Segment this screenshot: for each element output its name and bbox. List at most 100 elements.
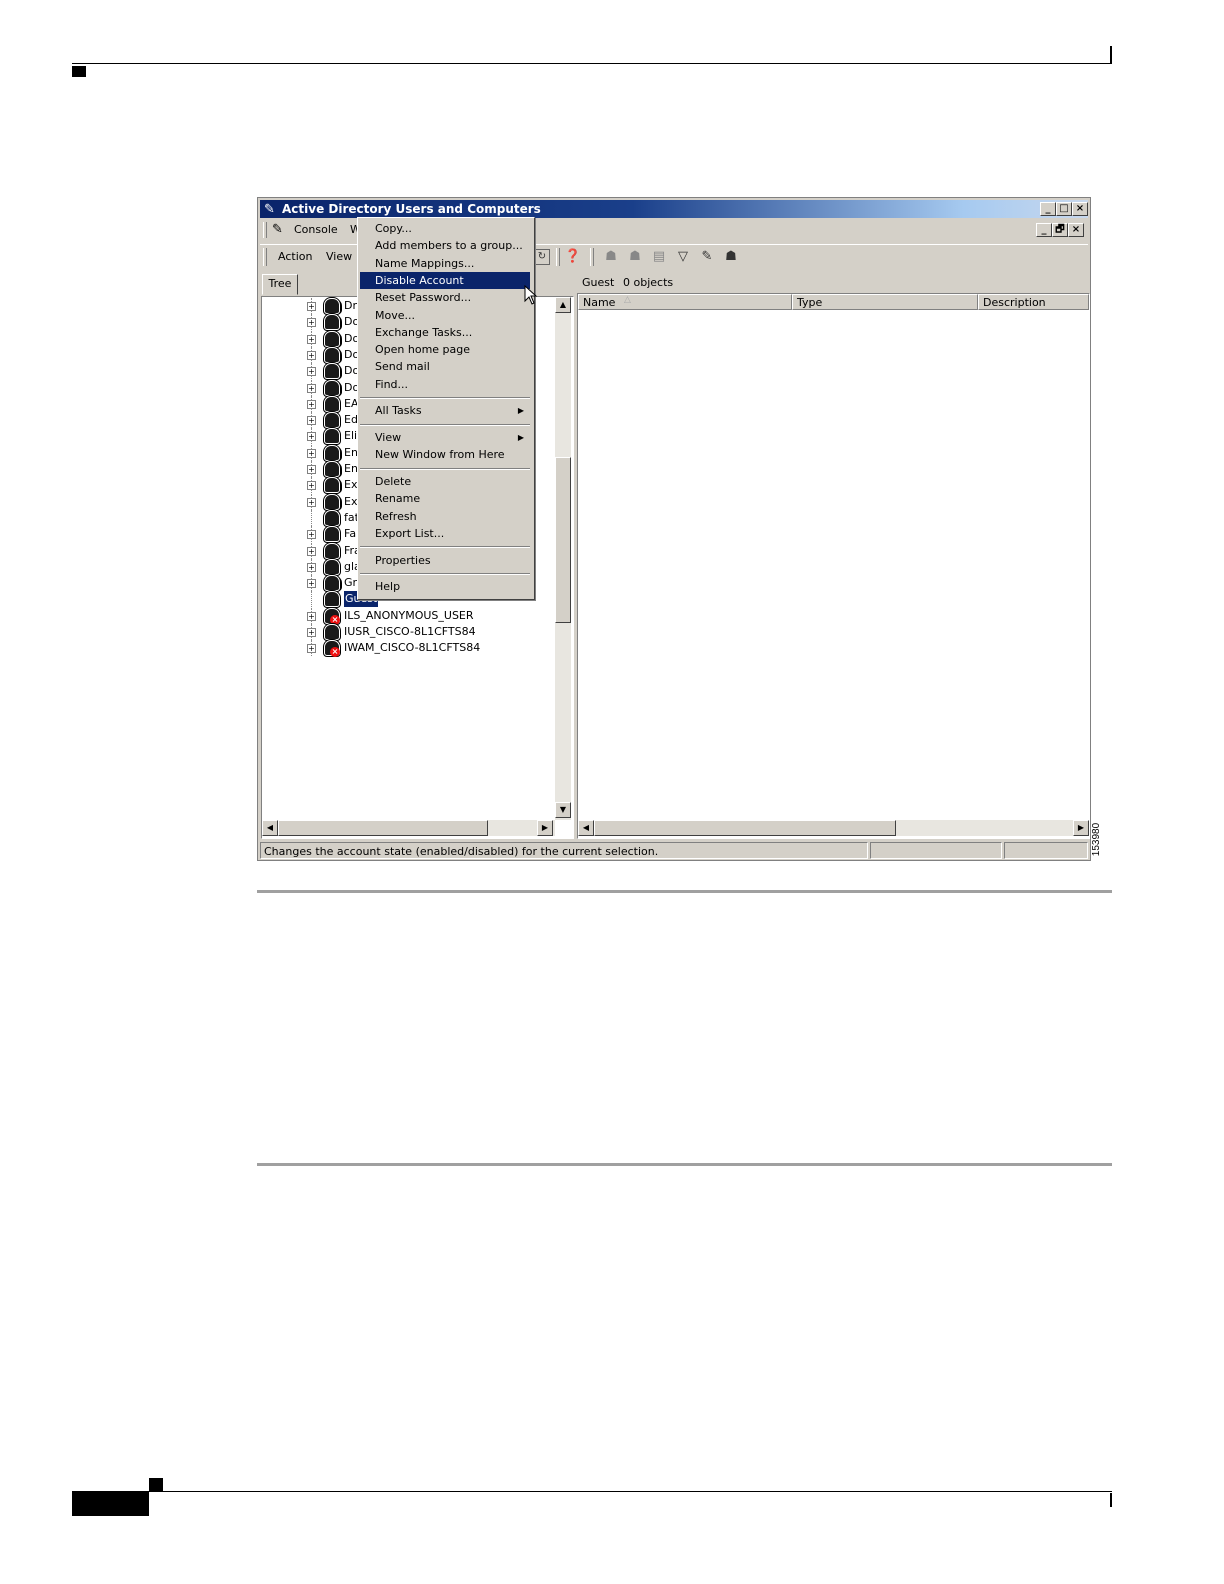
details-hscroll-thumb[interactable] bbox=[594, 820, 896, 836]
new-group-icon[interactable]: ☗ bbox=[626, 248, 644, 266]
context-menu-item[interactable]: Refresh bbox=[360, 508, 530, 525]
status-panel-3 bbox=[1004, 842, 1088, 859]
expand-icon[interactable]: + bbox=[307, 611, 316, 621]
expand-icon[interactable]: + bbox=[307, 579, 316, 589]
column-type[interactable]: Type bbox=[792, 294, 978, 310]
context-menu-item[interactable]: New Window from Here bbox=[360, 446, 530, 463]
expand-icon[interactable]: + bbox=[307, 334, 316, 344]
context-menu-item[interactable]: Properties bbox=[360, 552, 530, 569]
header-rule bbox=[72, 63, 1112, 64]
title-bar[interactable]: ✎ Active Directory Users and Computers _… bbox=[260, 200, 1088, 218]
expand-icon[interactable]: + bbox=[307, 318, 316, 328]
context-menu-item[interactable]: Name Mappings... bbox=[360, 255, 530, 272]
close-button[interactable]: × bbox=[1072, 202, 1088, 216]
child-close-button[interactable]: × bbox=[1068, 223, 1084, 237]
context-menu-item[interactable]: Exchange Tasks... bbox=[360, 324, 530, 341]
context-menu-item[interactable]: Open home page bbox=[360, 341, 530, 358]
scroll-up-button[interactable]: ▲ bbox=[555, 297, 571, 313]
expand-icon[interactable]: + bbox=[307, 481, 316, 491]
expand-icon[interactable]: + bbox=[307, 367, 316, 377]
expand-icon[interactable]: + bbox=[307, 546, 316, 556]
details-folder: Guest bbox=[582, 276, 615, 289]
toolbar-separator bbox=[556, 248, 560, 266]
context-menu-item[interactable]: Move... bbox=[360, 307, 530, 324]
figure-number-text: 153980 bbox=[1091, 822, 1103, 857]
menubar-grip bbox=[263, 222, 267, 238]
expand-icon[interactable]: + bbox=[307, 530, 316, 540]
user-icon bbox=[324, 509, 340, 526]
new-ou-icon[interactable]: ▤ bbox=[650, 248, 668, 266]
tree-row[interactable]: + × ILS_ANONYMOUS_USER bbox=[262, 607, 552, 625]
tree-row-label: ILS_ANONYMOUS_USER bbox=[344, 608, 474, 622]
context-menu-item[interactable]: Reset Password... bbox=[360, 289, 530, 306]
refresh-icon[interactable]: ↻ bbox=[534, 249, 550, 265]
filter-icon[interactable]: ▽ bbox=[674, 248, 692, 266]
tree-scroll-thumb[interactable] bbox=[555, 457, 571, 623]
context-menu-item[interactable]: Add members to a group... bbox=[360, 237, 530, 254]
context-menu-item[interactable]: Rename bbox=[360, 490, 530, 507]
status-text: Changes the account state (enabled/disab… bbox=[260, 842, 868, 859]
tab-tree[interactable]: Tree bbox=[262, 274, 298, 295]
find-icon[interactable]: ✎ bbox=[698, 248, 716, 266]
child-restore-button[interactable]: 🗗 bbox=[1052, 223, 1068, 237]
expand-icon[interactable]: + bbox=[307, 465, 316, 474]
maximize-button[interactable]: □ bbox=[1056, 202, 1072, 216]
expand-icon[interactable]: + bbox=[307, 302, 316, 311]
expand-icon[interactable]: + bbox=[307, 350, 316, 360]
context-menu-item[interactable]: Find... bbox=[360, 376, 530, 393]
context-menu-item[interactable]: Delete bbox=[360, 473, 530, 490]
scroll-down-button[interactable]: ▼ bbox=[555, 802, 571, 818]
tree-row-label: En bbox=[344, 445, 358, 459]
expand-icon[interactable]: + bbox=[307, 644, 316, 654]
tree-row[interactable]: + × IWAM_CISCO-8L1CFTS84 bbox=[262, 640, 552, 658]
menu-console[interactable]: Console bbox=[294, 223, 338, 236]
context-menu-item[interactable]: Help bbox=[360, 578, 530, 595]
details-horizontal-scrollbar[interactable]: ◀ ▶ bbox=[578, 820, 1089, 836]
delegate-icon[interactable]: ☗ bbox=[722, 248, 740, 266]
child-minimize-button[interactable]: _ bbox=[1036, 223, 1052, 237]
tree-vertical-scrollbar[interactable]: ▲ ▼ bbox=[555, 297, 571, 820]
menu-view[interactable]: View bbox=[326, 250, 352, 263]
details-scroll-left-button[interactable]: ◀ bbox=[578, 820, 594, 836]
tree-row[interactable]: + IUSR_CISCO-8L1CFTS84 bbox=[262, 624, 552, 640]
details-list[interactable]: Name △ Type Description ◀ ▶ bbox=[577, 293, 1090, 839]
context-menu-item[interactable]: Copy... bbox=[360, 220, 530, 237]
column-description[interactable]: Description bbox=[978, 294, 1089, 310]
toolbar-grip bbox=[263, 248, 267, 266]
header-tick bbox=[1110, 46, 1112, 64]
user-icon bbox=[324, 542, 340, 559]
tree-connector bbox=[311, 509, 312, 526]
context-menu-item-label: Properties bbox=[375, 553, 431, 567]
column-name[interactable]: Name bbox=[578, 294, 792, 310]
expand-icon[interactable]: + bbox=[307, 383, 316, 393]
context-menu: Copy... Add members to a group... Name Map… bbox=[357, 217, 535, 600]
context-menu-item-label: Send mail bbox=[375, 360, 430, 374]
context-menu-item[interactable]: All Tasks ▶ bbox=[360, 402, 530, 419]
user-icon bbox=[324, 558, 340, 575]
expand-icon[interactable]: + bbox=[307, 562, 316, 572]
expand-icon[interactable]: + bbox=[307, 432, 316, 442]
minimize-button[interactable]: _ bbox=[1040, 202, 1056, 216]
group-icon bbox=[324, 363, 340, 380]
new-user-icon[interactable]: ☗ bbox=[602, 248, 620, 266]
context-menu-item-label: Exchange Tasks... bbox=[375, 325, 473, 339]
help-icon[interactable]: ❓ bbox=[564, 248, 582, 266]
app-icon: ✎ bbox=[264, 202, 275, 217]
scroll-right-button[interactable]: ▶ bbox=[537, 820, 553, 836]
expand-icon[interactable]: + bbox=[307, 399, 316, 409]
expand-icon[interactable]: + bbox=[307, 416, 316, 426]
tree-hscroll-thumb[interactable] bbox=[278, 820, 488, 836]
scroll-left-button[interactable]: ◀ bbox=[262, 820, 278, 836]
expand-icon[interactable]: + bbox=[307, 497, 316, 507]
expand-icon[interactable]: + bbox=[307, 448, 316, 458]
context-menu-item[interactable]: Send mail bbox=[360, 358, 530, 375]
context-menu-item[interactable]: Disable Account bbox=[360, 271, 530, 289]
context-menu-item[interactable]: Export List... bbox=[360, 525, 530, 542]
figure-number: 153980 bbox=[1091, 820, 1110, 864]
expand-icon[interactable]: + bbox=[307, 628, 316, 637]
details-scroll-right-button[interactable]: ▶ bbox=[1073, 820, 1089, 836]
tree-horizontal-scrollbar[interactable]: ◀ ▶ bbox=[262, 820, 555, 836]
menu-action[interactable]: Action bbox=[278, 250, 312, 263]
context-menu-item[interactable]: View ▶ bbox=[360, 429, 530, 446]
context-menu-item-label: Copy... bbox=[375, 222, 412, 235]
